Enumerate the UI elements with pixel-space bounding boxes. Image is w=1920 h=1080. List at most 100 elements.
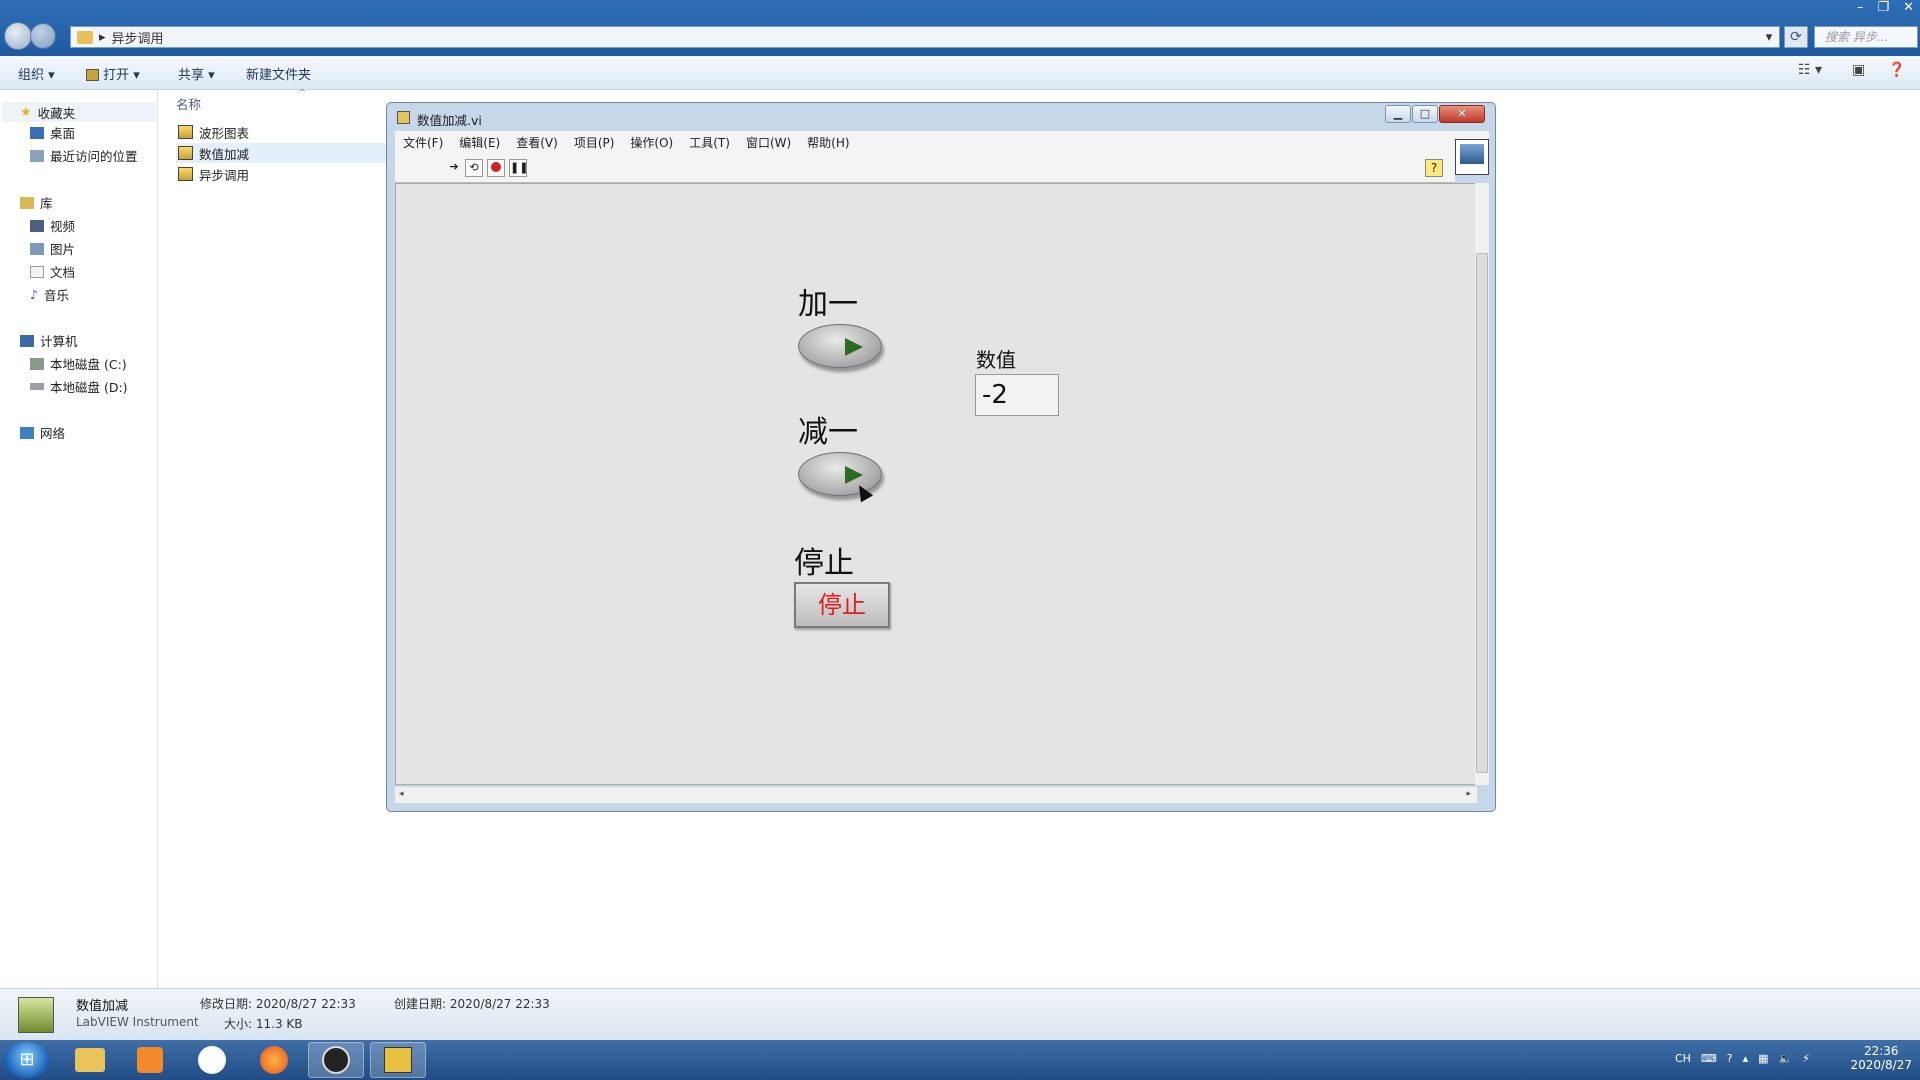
file-item-selected[interactable]: 数值加减 (176, 143, 386, 163)
vi-icon-image (1460, 144, 1484, 164)
file-item[interactable]: 异步调用 (176, 164, 386, 184)
menu-view[interactable]: 查看(V) (516, 134, 558, 151)
address-dropdown-icon[interactable]: ▾ (1759, 30, 1779, 45)
vertical-scroll-thumb[interactable] (1476, 253, 1488, 773)
maximize-button[interactable]: ❐ (1877, 0, 1889, 15)
nav-recent[interactable]: 最近访问的位置 (30, 146, 138, 165)
front-panel: 加一 减一 数值 -2 停止 停止 (395, 183, 1477, 785)
play-arrow-icon (845, 338, 863, 356)
details-size: 大小: 11.3 KB (224, 1017, 303, 1031)
firefox-taskbar-icon[interactable] (246, 1042, 302, 1078)
nav-videos[interactable]: 视频 (30, 216, 75, 235)
labview-taskbar-icon[interactable] (370, 1042, 426, 1078)
menu-edit[interactable]: 编辑(E) (459, 134, 500, 151)
nav-desktop[interactable]: 桌面 (30, 123, 75, 142)
app-taskbar-icon[interactable] (184, 1042, 240, 1078)
run-continuously-icon[interactable]: ⟲ (465, 159, 483, 177)
open-button[interactable]: 打开 ▾ (86, 64, 140, 83)
new-folder-button[interactable]: 新建文件夹 (246, 64, 311, 83)
address-bar[interactable]: ▸ 异步调用 ▾ (70, 26, 1780, 48)
help-tray-icon[interactable]: ? (1727, 1052, 1733, 1065)
increment-button[interactable] (798, 324, 882, 368)
details-created: 创建日期: 2020/8/27 22:33 (394, 997, 550, 1011)
nav-music[interactable]: ♪ 音乐 (30, 285, 69, 304)
numeric-indicator: -2 (975, 374, 1059, 416)
vi-minimize-button[interactable]: ▁ (1385, 105, 1411, 123)
increment-label: 加一 (798, 287, 858, 322)
explorer-titlebar: ▸ 异步调用 ▾ ⟳ 搜索 异步... – ❐ ✕ (0, 0, 1920, 56)
column-header-name[interactable]: 名称 (176, 94, 201, 113)
menu-operate[interactable]: 操作(O) (630, 134, 673, 151)
media-player-taskbar-icon[interactable] (122, 1042, 178, 1078)
nav-documents-label: 文档 (50, 265, 76, 280)
menu-help[interactable]: 帮助(H) (807, 134, 849, 151)
help-icon[interactable]: ❓ (1888, 62, 1905, 78)
menu-file[interactable]: 文件(F) (403, 134, 443, 151)
clock[interactable]: 22:36 2020/8/27 (1850, 1044, 1912, 1072)
close-button[interactable]: ✕ (1903, 0, 1914, 15)
obs-icon (322, 1046, 350, 1074)
stop-button[interactable]: 停止 (794, 582, 890, 628)
volume-icon[interactable]: 🔈 (1779, 1052, 1793, 1065)
run-arrow-icon[interactable]: ➔ (445, 159, 463, 177)
start-button[interactable]: ⊞ (4, 1042, 50, 1078)
scroll-right-arrow-icon[interactable]: ▸ (1466, 789, 1471, 799)
nav-drive-d[interactable]: 本地磁盘 (D:) (30, 377, 128, 396)
scroll-left-arrow-icon[interactable]: ◂ (399, 789, 404, 799)
menu-tools[interactable]: 工具(T) (689, 134, 730, 151)
file-name: 数值加减 (199, 146, 250, 162)
nav-buttons (4, 22, 64, 50)
vi-titlebar[interactable]: 数值加减.vi ▁ □ ✕ (387, 103, 1495, 131)
sort-arrow-icon: ^ (298, 88, 307, 99)
vi-connector-pane-icon[interactable] (1455, 139, 1489, 175)
folder-icon (75, 1048, 105, 1072)
search-input[interactable]: 搜索 异步... (1814, 26, 1918, 48)
back-button[interactable] (4, 22, 32, 50)
forward-button[interactable] (30, 23, 56, 49)
network-tray-icon[interactable]: ▦ (1758, 1052, 1768, 1065)
music-icon: ♪ (30, 287, 38, 302)
nav-desktop-label: 桌面 (50, 126, 76, 141)
organize-button[interactable]: 组织 ▾ (18, 64, 55, 83)
nav-libraries[interactable]: 库 (20, 193, 53, 212)
vi-maximize-button[interactable]: □ (1412, 105, 1438, 123)
nav-recent-label: 最近访问的位置 (50, 149, 138, 164)
obs-taskbar-icon[interactable] (308, 1042, 364, 1078)
pictures-icon (30, 242, 44, 255)
nav-documents[interactable]: 文档 (30, 262, 75, 281)
details-file-type: LabVIEW Instrument (76, 1015, 199, 1029)
show-hidden-icons-icon[interactable]: ▴ (1743, 1052, 1749, 1065)
view-options-icon[interactable]: ☷ ▾ (1798, 62, 1822, 78)
numeric-label: 数值 (976, 348, 1016, 372)
labview-vi-icon (178, 125, 193, 139)
nav-computer[interactable]: 计算机 (20, 331, 78, 350)
share-button[interactable]: 共享 ▾ (178, 64, 215, 83)
pause-icon[interactable]: ❚❚ (509, 159, 528, 177)
nav-network-label: 网络 (40, 426, 66, 441)
menu-window[interactable]: 窗口(W) (746, 134, 791, 151)
nav-pictures[interactable]: 图片 (30, 239, 75, 258)
labview-vi-icon (178, 167, 193, 181)
computer-icon (20, 334, 34, 347)
horizontal-scrollbar[interactable]: ◂ ▸ (395, 787, 1477, 803)
vertical-scrollbar[interactable] (1475, 183, 1489, 785)
taskbar: ⊞ CH ⌨ ? ▴ ▦ 🔈 ⚡ 22:36 2020/8/27 (0, 1040, 1920, 1080)
vi-close-button[interactable]: ✕ (1439, 105, 1485, 123)
nav-network[interactable]: 网络 (20, 423, 65, 442)
explorer-taskbar-icon[interactable] (62, 1042, 118, 1078)
keyboard-icon[interactable]: ⌨ (1701, 1052, 1717, 1065)
refresh-icon[interactable]: ⟳ (1784, 26, 1808, 48)
abort-execution-icon[interactable] (487, 159, 505, 177)
vi-window: 数值加减.vi ▁ □ ✕ 文件(F) 编辑(E) 查看(V) 项目(P) 操作… (386, 102, 1496, 812)
nav-drive-c[interactable]: 本地磁盘 (C:) (30, 354, 127, 373)
preview-pane-icon[interactable]: ▣ (1852, 62, 1865, 78)
tray-language[interactable]: CH (1675, 1052, 1691, 1065)
menu-project[interactable]: 项目(P) (574, 134, 615, 151)
nav-favorites[interactable]: ★ 收藏夹 (20, 103, 75, 122)
file-item[interactable]: 波形图表 (176, 122, 386, 142)
explorer-window-controls: – ❐ ✕ (1857, 0, 1914, 15)
context-help-icon[interactable]: ? (1425, 159, 1443, 177)
minimize-button[interactable]: – (1857, 0, 1864, 15)
drive-c-icon (30, 357, 44, 370)
power-icon[interactable]: ⚡ (1802, 1052, 1810, 1065)
